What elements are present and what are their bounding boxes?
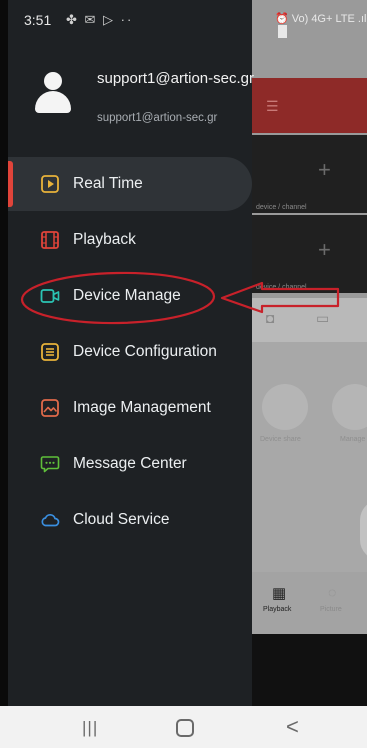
- tile-caption: device / channel: [256, 204, 307, 211]
- menu-item-device-manage[interactable]: Device Manage: [8, 269, 252, 323]
- tab-playback-label: Playback: [263, 606, 292, 613]
- home-button[interactable]: [176, 719, 194, 737]
- device-share-icon: [262, 384, 308, 430]
- menu-item-image-management[interactable]: Image Management: [8, 381, 252, 435]
- battery-icon: [278, 25, 287, 38]
- video-camera-icon: [40, 289, 60, 303]
- signal-icons: ⏰ Vo) 4G+ LTE .ıl: [275, 12, 367, 38]
- menu-item-label: Cloud Service: [73, 511, 170, 528]
- cloud-icon: [41, 513, 60, 527]
- menu-item-label: Playback: [73, 231, 136, 248]
- film-icon: ▦: [272, 585, 287, 602]
- image-icon: [41, 399, 59, 417]
- play-square-icon: [41, 175, 59, 193]
- tile-caption: device / channel: [256, 284, 307, 291]
- menu-item-label: Device Configuration: [73, 343, 217, 360]
- menu-item-real-time[interactable]: Real Time: [8, 157, 252, 211]
- picture-icon: ◌: [328, 584, 337, 600]
- notification-icons: ✤ ✉ ▷ ··: [66, 12, 134, 27]
- chat-icon: [40, 456, 60, 473]
- add-channel-icon: +: [318, 237, 331, 262]
- user-display-name: support1@artion-sec.gr: [97, 70, 254, 87]
- menu-item-label: Image Management: [73, 399, 211, 416]
- circle-label: Device share: [260, 436, 301, 443]
- status-time: 3:51: [24, 12, 52, 28]
- menu-item-label: Message Center: [73, 455, 187, 472]
- menu-item-message-center[interactable]: Message Center: [8, 437, 252, 491]
- menu-item-device-configuration[interactable]: Device Configuration: [8, 325, 252, 379]
- record-icon: ▭: [316, 310, 330, 326]
- phone-screen: ☰ + device / channel + device / channel …: [0, 0, 367, 748]
- config-list-icon: [41, 343, 59, 361]
- system-navigation-bar: ||| <: [0, 706, 367, 748]
- menu-item-playback[interactable]: Playback: [8, 213, 252, 267]
- menu-item-cloud-service[interactable]: Cloud Service: [8, 493, 252, 547]
- avatar[interactable]: [35, 72, 71, 114]
- background-app: ☰ + device / channel + device / channel …: [250, 0, 367, 706]
- film-icon: [41, 231, 59, 249]
- background-toolbar: ◘ ▭: [250, 298, 367, 342]
- menu-item-label: Real Time: [73, 175, 143, 192]
- recents-button[interactable]: |||: [82, 718, 98, 738]
- back-button[interactable]: <: [286, 714, 299, 740]
- background-video-tile: + device / channel: [250, 135, 367, 213]
- screen-edge: [0, 0, 8, 706]
- add-channel-icon: +: [318, 157, 331, 182]
- signal-text: ⏰ Vo) 4G+ LTE .ıl: [275, 13, 367, 25]
- menu-item-label: Device Manage: [73, 287, 181, 304]
- status-bar: 3:51 ✤ ✉ ▷ ·· ⏰ Vo) 4G+ LTE .ıl: [0, 0, 367, 38]
- avatar-head: [44, 72, 62, 90]
- avatar-body: [35, 91, 71, 113]
- circle-label: Manage: [340, 436, 366, 443]
- background-bottom: [250, 634, 367, 706]
- tab-picture-label: Picture: [320, 606, 342, 613]
- selected-accent-bar: [8, 161, 13, 207]
- background-header: ☰: [250, 78, 367, 133]
- user-email: support1@artion-sec.gr: [97, 112, 218, 124]
- background-tab-bar: ▦ Playback ◌ Picture: [250, 572, 367, 634]
- camera-icon: ◘: [266, 310, 275, 326]
- background-video-tile: + device / channel: [250, 215, 367, 293]
- background-menu-icon: ☰: [266, 98, 279, 114]
